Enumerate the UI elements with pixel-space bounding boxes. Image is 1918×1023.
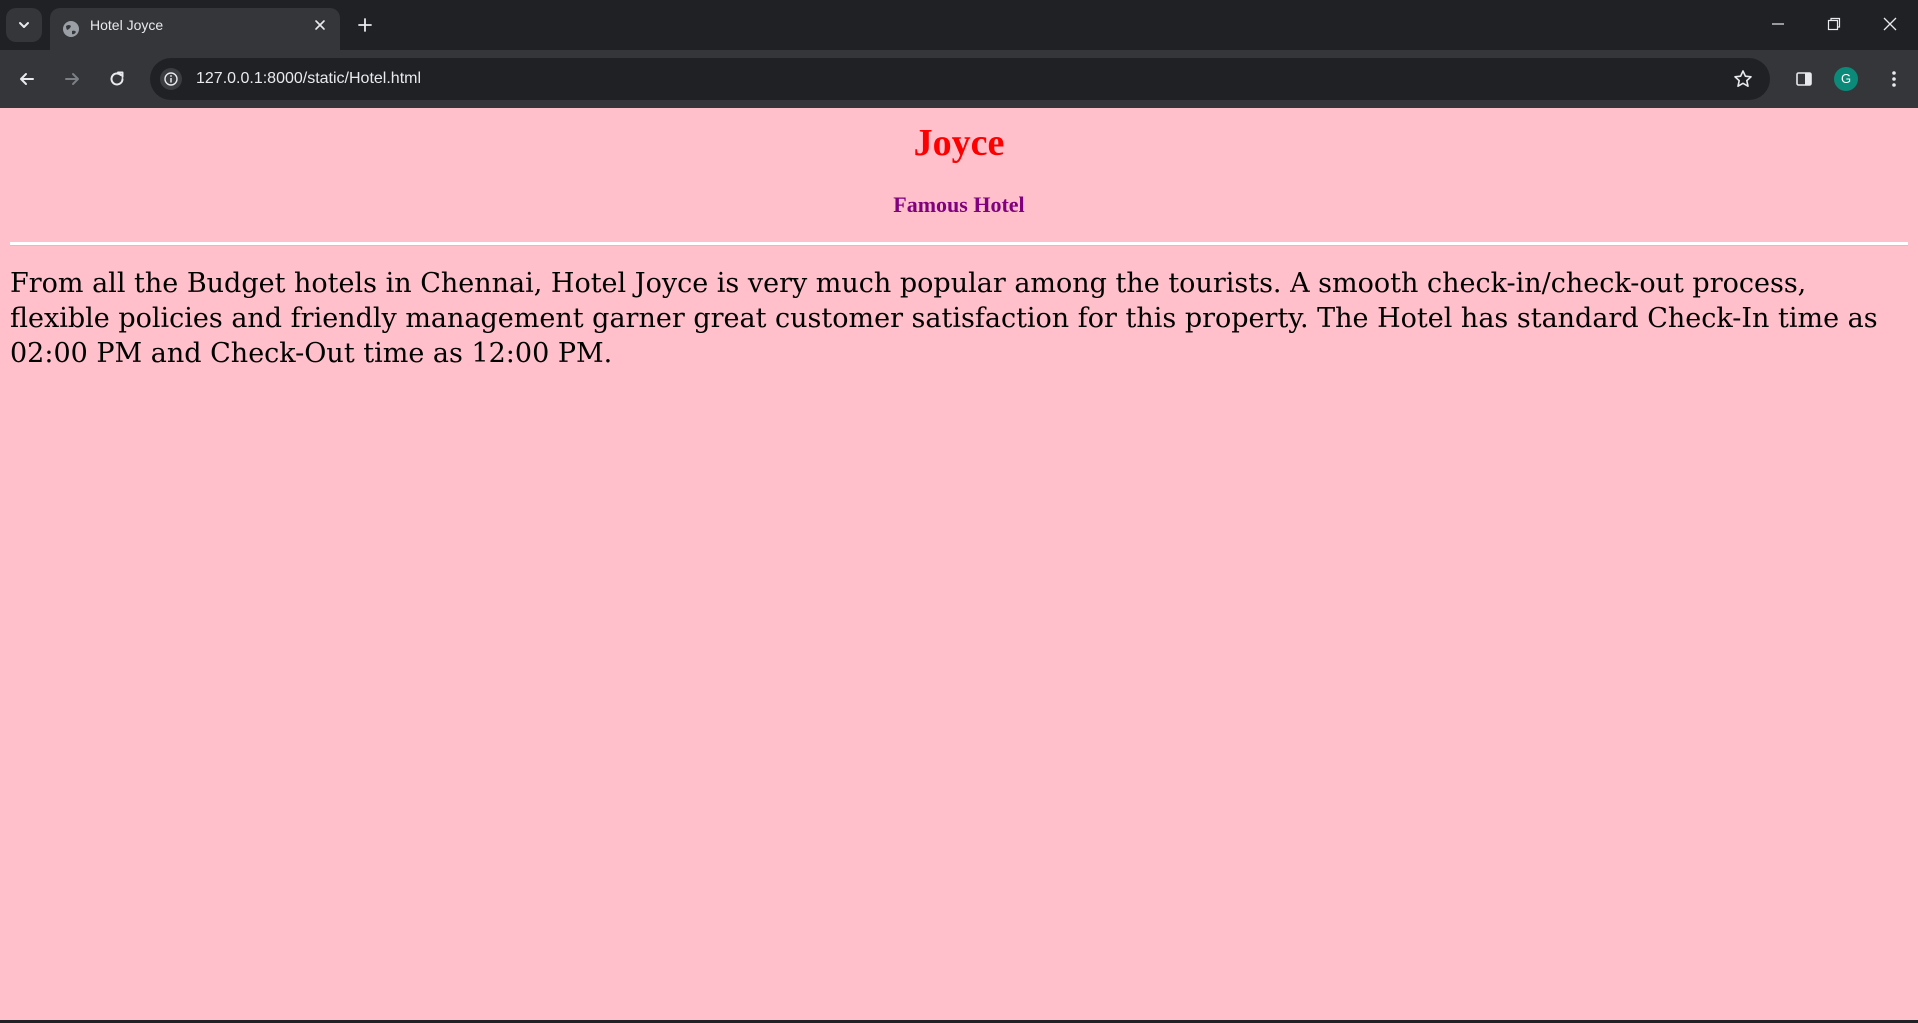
close-icon bbox=[1883, 17, 1897, 31]
restore-button[interactable] bbox=[1806, 0, 1862, 48]
tab-search-button[interactable] bbox=[6, 8, 42, 42]
browser-toolbar: 127.0.0.1:8000/static/Hotel.html G bbox=[0, 50, 1918, 108]
reload-icon bbox=[110, 71, 124, 86]
tab-title: Hotel Joyce bbox=[90, 17, 164, 33]
page-subheading: Famous Hotel bbox=[893, 192, 1025, 217]
description-paragraph: From all the Budget hotels in Chennai, H… bbox=[10, 268, 1878, 369]
back-button[interactable] bbox=[11, 63, 43, 95]
back-arrow-icon bbox=[20, 73, 34, 85]
reload-button[interactable] bbox=[101, 63, 133, 95]
page-content: Joyce Famous Hotel From all the Budget h… bbox=[0, 108, 1918, 1020]
browser-tab[interactable]: Hotel Joyce bbox=[50, 8, 340, 50]
side-panel-icon bbox=[1796, 72, 1812, 86]
horizontal-divider bbox=[10, 242, 1908, 246]
forward-button[interactable] bbox=[56, 63, 88, 95]
minimize-button[interactable] bbox=[1750, 0, 1806, 48]
forward-arrow-icon bbox=[65, 73, 79, 85]
globe-icon bbox=[63, 21, 79, 37]
chevron-down-icon bbox=[19, 22, 29, 28]
info-icon bbox=[164, 72, 178, 86]
close-icon bbox=[315, 20, 325, 30]
tab-strip: Hotel Joyce bbox=[0, 0, 1918, 50]
profile-avatar[interactable]: G bbox=[1834, 67, 1858, 91]
new-tab-button[interactable] bbox=[352, 12, 378, 38]
address-bar[interactable]: 127.0.0.1:8000/static/Hotel.html bbox=[150, 58, 1770, 100]
kebab-menu-icon bbox=[1892, 71, 1896, 87]
url-text[interactable]: 127.0.0.1:8000/static/Hotel.html bbox=[196, 58, 421, 100]
side-panel-button[interactable] bbox=[1788, 63, 1820, 95]
page-heading: Joyce bbox=[913, 122, 1005, 164]
close-window-button[interactable] bbox=[1862, 0, 1918, 48]
restore-icon bbox=[1827, 17, 1841, 31]
plus-icon bbox=[358, 18, 372, 32]
site-info-button[interactable] bbox=[160, 68, 182, 90]
minimize-icon bbox=[1772, 23, 1784, 25]
tab-close-button[interactable] bbox=[310, 15, 330, 35]
star-icon bbox=[1734, 70, 1752, 87]
browser-menu-button[interactable] bbox=[1878, 63, 1910, 95]
bookmark-button[interactable] bbox=[1732, 68, 1754, 90]
